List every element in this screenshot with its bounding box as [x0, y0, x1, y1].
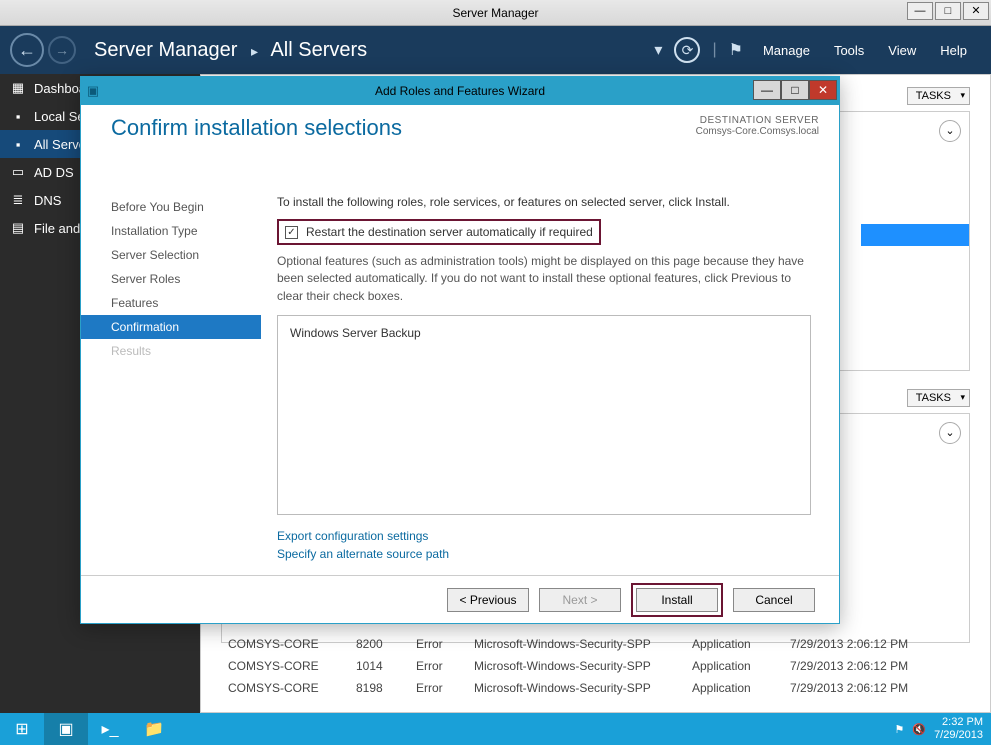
- optional-note: Optional features (such as administratio…: [277, 253, 811, 305]
- next-button: Next >: [539, 588, 621, 612]
- cancel-button[interactable]: Cancel: [733, 588, 815, 612]
- add-roles-wizard: ▣ Add Roles and Features Wizard — □ ✕ Co…: [80, 76, 840, 624]
- step-features[interactable]: Features: [81, 291, 261, 315]
- taskbar: ⊞ ▣ ▸_ 📁 ⚑ 🔇 2:32 PM 7/29/2013: [0, 713, 991, 745]
- step-results: Results: [81, 339, 261, 363]
- restart-option: ✓ Restart the destination server automat…: [277, 219, 601, 245]
- step-confirmation[interactable]: Confirmation: [81, 315, 261, 339]
- step-server-roles[interactable]: Server Roles: [81, 267, 261, 291]
- table-row[interactable]: COMSYS-CORE 8200 Error Microsoft-Windows…: [228, 633, 961, 655]
- divider: |: [712, 41, 716, 59]
- menu-manage[interactable]: Manage: [763, 43, 810, 58]
- collapse-icon[interactable]: ⌄: [939, 422, 961, 444]
- app-titlebar: Server Manager — □ ✕: [0, 0, 991, 26]
- app-title: Server Manager: [452, 6, 538, 20]
- intro-text: To install the following roles, role ser…: [277, 195, 811, 209]
- taskbar-powershell[interactable]: ▸_: [88, 713, 132, 745]
- dns-icon: ≣: [10, 192, 26, 208]
- feature-item: Windows Server Backup: [290, 326, 798, 340]
- menu-help[interactable]: Help: [940, 43, 967, 58]
- breadcrumb: Server Manager ▸ All Servers: [94, 39, 367, 62]
- previous-button[interactable]: < Previous: [447, 588, 529, 612]
- topnav: ← → Server Manager ▸ All Servers ▾ ⟳ | ⚑…: [0, 26, 991, 74]
- back-button[interactable]: ←: [10, 33, 44, 67]
- close-button[interactable]: ✕: [963, 2, 989, 20]
- restart-label: Restart the destination server automatic…: [306, 225, 593, 239]
- chevron-right-icon: ▸: [251, 43, 258, 59]
- storage-icon: ▤: [10, 220, 26, 236]
- wizard-title-text: Add Roles and Features Wizard: [81, 84, 839, 98]
- wizard-icon: ▣: [81, 83, 105, 99]
- tasks-dropdown[interactable]: TASKS: [907, 87, 970, 105]
- wizard-footer: < Previous Next > Install Cancel: [81, 575, 839, 623]
- install-button[interactable]: Install: [636, 588, 718, 612]
- start-button[interactable]: ⊞: [0, 713, 44, 745]
- breadcrumb-root[interactable]: Server Manager: [94, 39, 237, 61]
- wizard-titlebar[interactable]: ▣ Add Roles and Features Wizard — □ ✕: [81, 77, 839, 105]
- tray-network-icon[interactable]: 🔇: [912, 723, 926, 736]
- tray-flag-icon[interactable]: ⚑: [894, 723, 904, 736]
- step-installation-type[interactable]: Installation Type: [81, 219, 261, 243]
- table-row[interactable]: COMSYS-CORE 8198 Error Microsoft-Windows…: [228, 677, 961, 699]
- taskbar-explorer[interactable]: 📁: [132, 713, 176, 745]
- breadcrumb-leaf[interactable]: All Servers: [270, 39, 367, 61]
- flag-icon[interactable]: ⚑: [729, 40, 743, 60]
- sidebar-item-label: AD DS: [34, 165, 74, 180]
- selected-row-highlight: [861, 224, 969, 246]
- table-row[interactable]: COMSYS-CORE 1014 Error Microsoft-Windows…: [228, 655, 961, 677]
- events-table: COMSYS-CORE 8200 Error Microsoft-Windows…: [228, 633, 961, 699]
- wizard-maximize-button[interactable]: □: [781, 80, 809, 100]
- wizard-close-button[interactable]: ✕: [809, 80, 837, 100]
- forward-button[interactable]: →: [48, 36, 76, 64]
- collapse-icon[interactable]: ⌄: [939, 120, 961, 142]
- sidebar-item-label: DNS: [34, 193, 61, 208]
- restart-checkbox[interactable]: ✓: [285, 226, 298, 239]
- dropdown-icon[interactable]: ▾: [654, 40, 662, 60]
- server-icon: ▪: [10, 109, 26, 124]
- step-server-selection[interactable]: Server Selection: [81, 243, 261, 267]
- taskbar-server-manager[interactable]: ▣: [44, 713, 88, 745]
- servers-icon: ▪: [10, 137, 26, 152]
- export-config-link[interactable]: Export configuration settings: [277, 527, 811, 545]
- wizard-steps: Before You Begin Installation Type Serve…: [81, 105, 261, 575]
- tasks-dropdown[interactable]: TASKS: [907, 389, 970, 407]
- minimize-button[interactable]: —: [907, 2, 933, 20]
- refresh-icon[interactable]: ⟳: [674, 37, 700, 63]
- menu-tools[interactable]: Tools: [834, 43, 864, 58]
- maximize-button[interactable]: □: [935, 2, 961, 20]
- step-before-you-begin[interactable]: Before You Begin: [81, 195, 261, 219]
- menu-view[interactable]: View: [888, 43, 916, 58]
- alternate-source-link[interactable]: Specify an alternate source path: [277, 545, 811, 563]
- system-clock[interactable]: 2:32 PM 7/29/2013: [934, 716, 983, 742]
- dashboard-icon: ▦: [10, 80, 26, 96]
- ad-icon: ▭: [10, 164, 26, 180]
- wizard-minimize-button[interactable]: —: [753, 80, 781, 100]
- selected-features-box: Windows Server Backup: [277, 315, 811, 515]
